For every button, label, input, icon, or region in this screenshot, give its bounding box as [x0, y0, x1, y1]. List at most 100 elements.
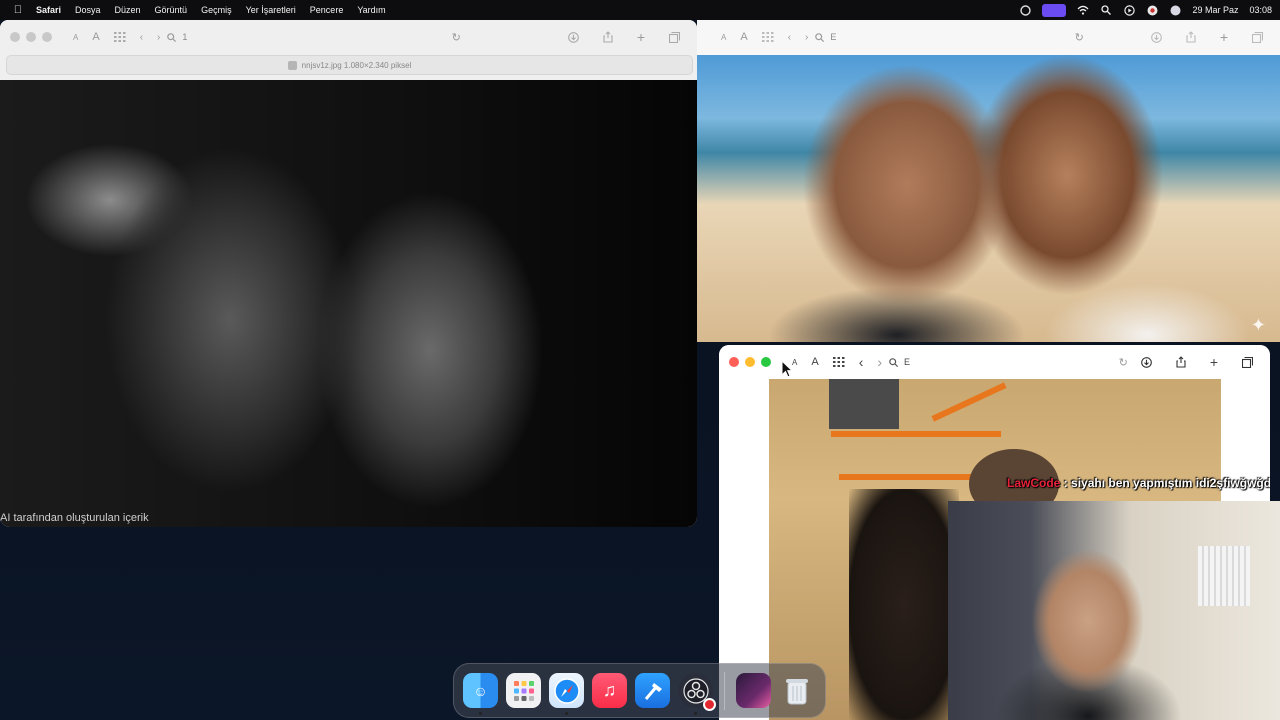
menu-dosya[interactable]: Dosya [75, 5, 101, 15]
downloads-icon[interactable] [567, 31, 579, 43]
toolbar-actions: + [1144, 29, 1270, 45]
back-chevron-icon[interactable]: ‹ [140, 32, 143, 43]
dock-separator [724, 671, 725, 710]
control-center-icon[interactable] [1146, 4, 1158, 16]
tab-title: nnjsv1z.jpg 1.080×2.340 piksel [301, 60, 412, 70]
search-icon [167, 32, 177, 42]
image-favicon-icon [287, 60, 297, 70]
radiator [1198, 546, 1250, 606]
toolbar-actions: + [1134, 354, 1260, 370]
siri-icon[interactable] [1169, 4, 1181, 16]
new-tab-icon[interactable]: + [637, 29, 645, 45]
text-smaller-icon[interactable]: A [73, 33, 78, 42]
tab-overview-icon[interactable] [761, 32, 774, 42]
search-icon [889, 357, 899, 367]
tab-bar[interactable]: nnjsv1z.jpg 1.080×2.340 piksel [6, 55, 693, 75]
screen-share-status-icon[interactable] [1042, 3, 1067, 17]
show-tabs-icon[interactable] [1252, 31, 1263, 43]
apple-menu-icon[interactable]:  [8, 4, 28, 16]
recording-badge [703, 698, 716, 711]
webcam-overlay [948, 501, 1280, 720]
ai-sparkle-icon: ✦ [1250, 315, 1266, 335]
text-larger-icon[interactable]: A [92, 31, 99, 43]
orange-shelf [839, 474, 979, 480]
text-larger-icon[interactable]: A [740, 31, 747, 43]
safari-window-left: A A ‹ › 1 ↻ + nnjsv1z.jpg 1.080×2.340 pi… [0, 20, 697, 527]
window-controls [729, 357, 771, 367]
menu-yer-isaretleri[interactable]: Yer İşaretleri [246, 5, 296, 15]
address-bar[interactable]: E ↻ [815, 31, 1143, 44]
safari-icon[interactable] [549, 673, 584, 715]
running-indicator [565, 712, 568, 715]
reload-icon[interactable]: ↻ [452, 31, 461, 44]
share-icon[interactable] [603, 31, 613, 43]
share-icon[interactable] [1186, 31, 1196, 43]
dock: ☺ ♫ [453, 663, 826, 718]
menubar-time[interactable]: 03:08 [1249, 5, 1272, 15]
obs-icon[interactable] [678, 673, 716, 715]
finder-icon[interactable]: ☺ [463, 673, 498, 715]
trash-icon[interactable] [779, 673, 814, 708]
running-indicator [479, 712, 482, 715]
minimize-button[interactable] [26, 32, 36, 42]
launchpad-icon[interactable] [506, 673, 541, 708]
downloads-icon[interactable] [1140, 356, 1152, 368]
back-chevron-icon[interactable]: ‹ [859, 354, 864, 370]
new-tab-icon[interactable]: + [1220, 29, 1228, 45]
menu-pencere[interactable]: Pencere [310, 5, 344, 15]
window-controls [10, 32, 52, 42]
menubar-date[interactable]: 29 Mar Paz [1192, 5, 1238, 15]
minimize-button[interactable] [745, 357, 755, 367]
status-area: 29 Mar Paz 03:08 [1019, 3, 1272, 17]
zoom-button[interactable] [761, 357, 771, 367]
show-tabs-icon[interactable] [669, 31, 680, 43]
menu-duzen[interactable]: Düzen [115, 5, 141, 15]
close-button[interactable] [10, 32, 20, 42]
xcode-icon[interactable] [635, 673, 670, 708]
toolbar-actions: + [561, 29, 687, 45]
address-bar[interactable]: E ↻ [889, 356, 1134, 369]
tab-overview-icon[interactable] [113, 32, 126, 42]
text-smaller-icon[interactable]: A [721, 33, 726, 42]
forward-chevron-icon[interactable]: › [157, 32, 160, 43]
menu-goruntu[interactable]: Görüntü [155, 5, 188, 15]
safari-window-top-right: A A ‹ › E ↻ + ✦ [697, 20, 1280, 342]
back-chevron-icon[interactable]: ‹ [788, 32, 791, 43]
tab-overview-icon[interactable] [832, 357, 845, 367]
address-text: E [830, 32, 837, 42]
safari-toolbar: A A ‹ › E ↻ + [697, 20, 1280, 54]
wifi-icon[interactable] [1077, 4, 1089, 16]
menu-app-safari[interactable]: Safari [36, 5, 61, 15]
menu-yardim[interactable]: Yardım [357, 5, 385, 15]
running-indicator [694, 712, 697, 715]
forward-chevron-icon[interactable]: › [805, 32, 808, 43]
address-text: E [904, 357, 911, 367]
new-tab-icon[interactable]: + [1210, 354, 1218, 370]
person-braids [849, 489, 959, 720]
now-playing-icon[interactable] [1123, 4, 1135, 16]
shelf-electronics [829, 379, 899, 429]
share-icon[interactable] [1176, 356, 1186, 368]
zoom-button[interactable] [42, 32, 52, 42]
obs-status-icon[interactable] [1019, 4, 1031, 16]
search-icon [815, 32, 825, 42]
menu-gecmis[interactable]: Geçmiş [201, 5, 232, 15]
forward-chevron-icon[interactable]: › [877, 354, 882, 370]
search-icon[interactable] [1100, 4, 1112, 16]
reload-icon[interactable]: ↻ [1119, 356, 1128, 369]
menu-bar:  Safari Dosya Düzen Görüntü Geçmiş Yer … [0, 0, 1280, 20]
chat-username: LawCode [1007, 476, 1061, 490]
close-button[interactable] [729, 357, 739, 367]
show-tabs-icon[interactable] [1242, 356, 1253, 368]
chat-message: : siyahı ben yapmıştım idi2şfiwğwğd [1063, 476, 1270, 490]
downloads-icon[interactable] [1150, 31, 1162, 43]
safari-toolbar: A A ‹ › E ↻ + [719, 345, 1270, 379]
address-text: 1 [182, 32, 188, 42]
address-bar[interactable]: 1 ↻ [167, 31, 560, 44]
reload-icon[interactable]: ↻ [1075, 31, 1084, 44]
text-larger-icon[interactable]: A [811, 356, 818, 368]
stream-thumbnail-icon[interactable] [736, 673, 771, 708]
chat-overlay: LawCode : siyahı ben yapmıştım idi2şfiwğ… [1007, 476, 1270, 490]
orange-shelf [931, 382, 1007, 422]
music-icon[interactable]: ♫ [592, 673, 627, 708]
